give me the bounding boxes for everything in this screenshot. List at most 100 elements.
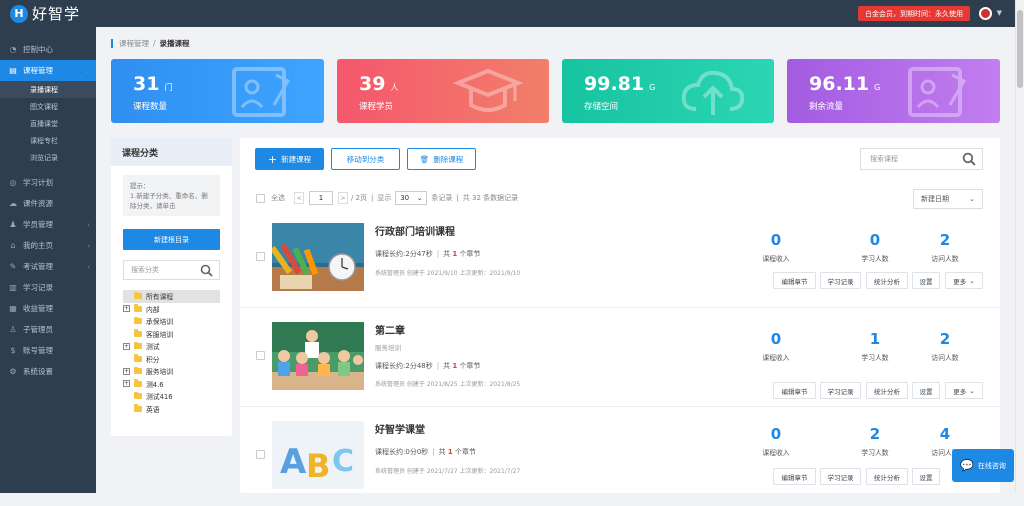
- course-thumbnail[interactable]: [272, 223, 364, 291]
- select-all-label[interactable]: 全选: [271, 193, 285, 203]
- edit-chapters-button[interactable]: 编辑章节: [773, 382, 816, 399]
- sidebar-item-sub-admin[interactable]: ♙ 子管理员: [0, 319, 96, 340]
- chevron-down-icon[interactable]: ▼: [997, 9, 1002, 17]
- edit-chapters-button[interactable]: 编辑章节: [773, 468, 816, 485]
- move-category-button[interactable]: 移动到分类: [331, 148, 400, 170]
- svg-text:A: A: [280, 442, 307, 482]
- sidebar-item-exam[interactable]: ✎ 考试管理 ‹: [0, 256, 96, 277]
- statistics-button[interactable]: 统计分析: [866, 468, 908, 485]
- sidebar-item-home[interactable]: ⌂ 我的主页 ‹: [0, 235, 96, 256]
- page-size-select[interactable]: 30 ⌄: [395, 191, 428, 205]
- statistics-button[interactable]: 统计分析: [866, 382, 908, 399]
- stat-value: 39 人: [359, 73, 399, 95]
- course-thumbnail[interactable]: A B C: [272, 421, 364, 489]
- tree-node[interactable]: 客服培训: [123, 328, 220, 341]
- chevron-left-icon: ‹: [87, 241, 90, 250]
- statistics-button[interactable]: 统计分析: [866, 272, 908, 289]
- pagination-bar: 全选 < 1 > / 2页 | 显示 30 ⌄ 条记录 | 共 32 条数据记录: [256, 191, 518, 205]
- sidebar-subitem-live[interactable]: 直播课堂: [0, 115, 96, 132]
- stat-card-students: 39 人 课程学员: [337, 59, 549, 123]
- online-chat-button[interactable]: 💬 在线咨询: [952, 449, 1014, 482]
- select-all-checkbox[interactable]: [256, 193, 265, 203]
- more-button[interactable]: 更多 ⌄: [945, 272, 983, 289]
- learning-records-button[interactable]: 学习记录: [820, 272, 861, 289]
- course-title[interactable]: 第二章: [375, 322, 405, 337]
- page-scrollbar[interactable]: [1015, 0, 1024, 493]
- tree-node[interactable]: + 内部: [123, 303, 220, 316]
- stat-visitors: 2 访问人数: [931, 330, 959, 362]
- tree-node[interactable]: + 测4.6: [123, 378, 220, 391]
- course-search-input[interactable]: 搜索课程: [860, 148, 983, 170]
- next-page-button[interactable]: >: [338, 192, 348, 204]
- sidebar-subitem-recorded[interactable]: 录播课程: [0, 81, 96, 98]
- new-course-button[interactable]: + 新建课程: [255, 148, 324, 170]
- expand-icon[interactable]: +: [123, 305, 130, 313]
- expand-icon[interactable]: +: [123, 380, 130, 388]
- more-button[interactable]: 更多 ⌄: [945, 382, 983, 399]
- sidebar-item-income[interactable]: ▦ 收益管理: [0, 298, 96, 319]
- course-title[interactable]: 行政部门培训课程: [375, 223, 455, 238]
- tree-node[interactable]: 所有课程: [123, 290, 220, 303]
- settings-icon: ⚙: [9, 367, 17, 376]
- stat-visitors: 2 访问人数: [931, 231, 959, 263]
- new-root-category-button[interactable]: 新建根目录: [123, 229, 220, 250]
- learning-records-button[interactable]: 学习记录: [820, 468, 861, 485]
- chevron-down-icon: ⌄: [969, 195, 975, 203]
- svg-text:B: B: [306, 447, 330, 485]
- sidebar-item-settings[interactable]: ⚙ 系统设置: [0, 361, 96, 382]
- tree-node[interactable]: + 服务培训: [123, 365, 220, 378]
- logo-badge: H: [10, 4, 28, 23]
- sidebar-item-course-management[interactable]: ▤ 课程管理 ⌄: [0, 60, 96, 81]
- delete-course-button[interactable]: 🗑 删除课程: [407, 148, 476, 170]
- scrollbar-thumb[interactable]: [1017, 10, 1023, 88]
- app-logo[interactable]: H 好智学: [10, 3, 80, 24]
- sort-select[interactable]: 新建日期 ⌄: [913, 189, 983, 209]
- row-checkbox[interactable]: [256, 351, 265, 360]
- folder-icon: [134, 291, 142, 300]
- stat-value: 31 门: [133, 73, 173, 95]
- learning-records-button[interactable]: 学习记录: [820, 382, 861, 399]
- category-tips: 提示： 1.新建子分类、重命名、删除分类，请单击: [123, 175, 220, 216]
- tree-node[interactable]: 积分: [123, 353, 220, 366]
- membership-badge[interactable]: 白金会员，到期时间：永久使用: [858, 6, 970, 21]
- tree-node[interactable]: + 测试: [123, 340, 220, 353]
- stat-card-storage: 99.81 G 存储空间: [562, 59, 774, 123]
- edit-chapters-button[interactable]: 编辑章节: [773, 272, 816, 289]
- sidebar-item-students[interactable]: ♟ 学员管理 ‹: [0, 214, 96, 235]
- sidebar-item-plan[interactable]: ◎ 学习计划: [0, 172, 96, 193]
- tree-node[interactable]: 英语: [123, 403, 220, 416]
- sidebar-item-account[interactable]: $ 账号管理: [0, 340, 96, 361]
- expand-icon[interactable]: +: [123, 342, 130, 350]
- settings-button[interactable]: 设置: [912, 382, 940, 399]
- course-icon: ▤: [9, 66, 17, 75]
- sidebar-item-dashboard[interactable]: ◔ 控制中心: [0, 39, 96, 60]
- row-checkbox[interactable]: [256, 450, 265, 459]
- sidebar-item-resources[interactable]: ☁ 课件资源: [0, 193, 96, 214]
- breadcrumb-parent[interactable]: 课程管理: [119, 38, 149, 49]
- chevron-down-icon: ⌄: [969, 386, 975, 395]
- course-title[interactable]: 好智学课堂: [375, 421, 425, 436]
- sidebar-item-label: 收益管理: [23, 304, 53, 313]
- category-search-input[interactable]: 搜索分类: [123, 260, 220, 280]
- sidebar-item-label: 课件资源: [23, 199, 53, 208]
- user-avatar[interactable]: [979, 7, 992, 20]
- settings-button[interactable]: 设置: [912, 272, 940, 289]
- sidebar-subitem-graphic[interactable]: 图文课程: [0, 98, 96, 115]
- row-checkbox[interactable]: [256, 252, 265, 261]
- tips-title: 提示：: [130, 182, 150, 190]
- search-icon[interactable]: [200, 264, 213, 277]
- sidebar-item-records[interactable]: ▥ 学习记录: [0, 277, 96, 298]
- stat-learners: 1 学习人数: [861, 330, 889, 362]
- sidebar-subitem-history[interactable]: 浏览记录: [0, 149, 96, 166]
- sidebar-subitem-column[interactable]: 课程专栏: [0, 132, 96, 149]
- course-thumbnail[interactable]: [272, 322, 364, 390]
- prev-page-button[interactable]: <: [294, 192, 304, 204]
- tree-node[interactable]: 承保培训: [123, 315, 220, 328]
- tree-node[interactable]: 测试416: [123, 390, 220, 403]
- page-input[interactable]: 1: [309, 191, 333, 205]
- stat-value: 99.81 G: [584, 73, 656, 95]
- folder-icon: [134, 379, 142, 387]
- search-icon[interactable]: [962, 152, 976, 166]
- expand-icon[interactable]: +: [123, 367, 130, 375]
- settings-button[interactable]: 设置: [912, 468, 940, 485]
